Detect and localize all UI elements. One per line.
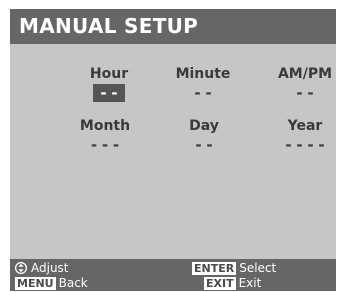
- manual-setup-screen: MANUAL SETUP Hour -- Minute -- AM/PM -- …: [10, 9, 336, 291]
- up-down-arrows-icon: [15, 262, 27, 274]
- minute-field[interactable]: Minute --: [158, 66, 248, 102]
- month-label: Month: [79, 118, 131, 134]
- menu-key[interactable]: MENU: [15, 277, 56, 290]
- exit-label: Exit: [238, 276, 262, 290]
- menu-hint: MENU Back: [15, 276, 88, 290]
- exit-key[interactable]: EXIT: [204, 277, 236, 290]
- enter-label: Select: [239, 261, 277, 275]
- year-value[interactable]: ----: [278, 136, 332, 154]
- enter-key[interactable]: ENTER: [192, 262, 237, 275]
- month-field[interactable]: Month ---: [60, 118, 150, 154]
- screen-title: MANUAL SETUP: [10, 9, 336, 44]
- adjust-hint: Adjust: [15, 261, 69, 275]
- day-value[interactable]: --: [188, 136, 220, 154]
- hour-value[interactable]: --: [92, 84, 126, 102]
- adjust-label: Adjust: [31, 261, 69, 275]
- menu-label: Back: [58, 276, 88, 290]
- day-label: Day: [189, 118, 219, 134]
- footer-hints: Adjust ENTER Select MENU Back EXIT Exit: [10, 259, 336, 291]
- ampm-label: AM/PM: [277, 66, 333, 82]
- ampm-field[interactable]: AM/PM --: [260, 66, 336, 102]
- day-field[interactable]: Day --: [159, 118, 249, 154]
- minute-value[interactable]: --: [187, 84, 219, 102]
- exit-hint: EXIT Exit: [204, 276, 261, 290]
- year-label: Year: [287, 118, 323, 134]
- hour-field[interactable]: Hour --: [64, 66, 154, 102]
- minute-label: Minute: [175, 66, 231, 82]
- ampm-value[interactable]: --: [289, 84, 321, 102]
- month-value[interactable]: ---: [83, 136, 126, 154]
- year-field[interactable]: Year ----: [260, 118, 336, 154]
- enter-hint: ENTER Select: [192, 261, 276, 275]
- hour-label: Hour: [89, 66, 129, 82]
